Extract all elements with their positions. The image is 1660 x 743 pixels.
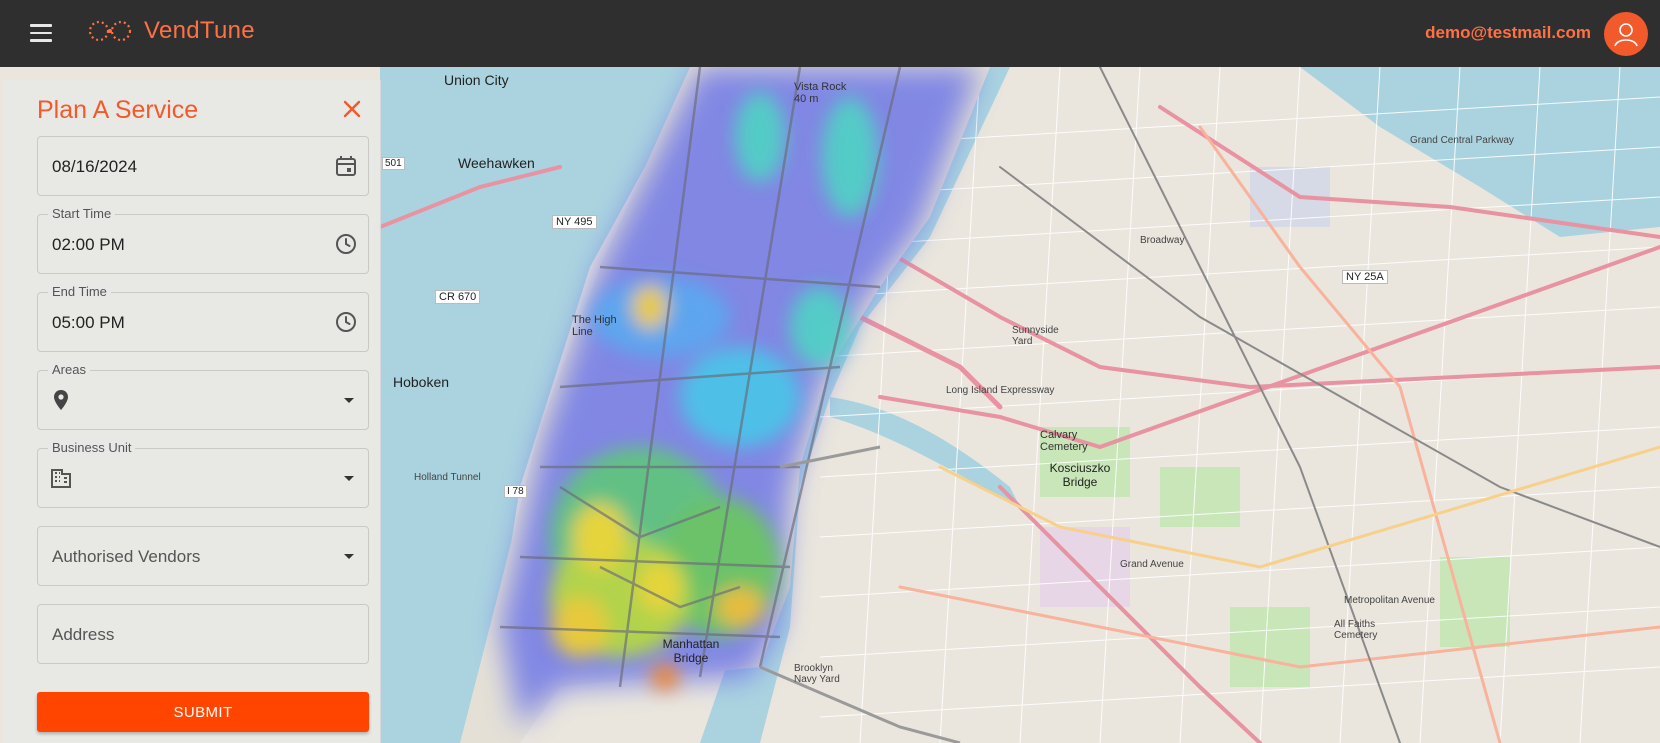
- end-time-label: End Time: [48, 284, 111, 299]
- user-avatar-icon[interactable]: [1604, 12, 1648, 56]
- business-unit-select[interactable]: Business Unit: [37, 440, 369, 508]
- start-time-value: 02:00 PM: [52, 235, 125, 254]
- building-icon: [51, 469, 71, 488]
- authorised-vendors-placeholder: Authorised Vendors: [52, 547, 201, 566]
- end-time-field[interactable]: End Time 05:00 PM: [37, 284, 369, 352]
- clock-icon[interactable]: [334, 310, 358, 334]
- person-icon: [1614, 23, 1638, 47]
- submit-button[interactable]: SUBMIT: [37, 692, 369, 732]
- calendar-icon[interactable]: [334, 154, 358, 178]
- user-email[interactable]: demo@testmail.com: [1425, 23, 1591, 43]
- start-time-field[interactable]: Start Time 02:00 PM: [37, 206, 369, 274]
- location-pin-icon: [54, 390, 68, 410]
- close-icon[interactable]: [339, 96, 365, 122]
- areas-label: Areas: [48, 362, 90, 377]
- chevron-down-icon[interactable]: [344, 476, 354, 481]
- vendtune-logo-icon: [88, 20, 132, 42]
- areas-select[interactable]: Areas: [37, 362, 369, 430]
- address-placeholder: Address: [52, 625, 115, 644]
- plan-service-panel: Plan A Service 08/16/2024 Start Time 02:…: [3, 80, 381, 743]
- business-unit-label: Business Unit: [48, 440, 136, 455]
- chevron-down-icon[interactable]: [344, 554, 354, 559]
- date-value: 08/16/2024: [52, 157, 138, 176]
- clock-icon[interactable]: [334, 232, 358, 256]
- end-time-value: 05:00 PM: [52, 313, 125, 332]
- panel-title: Plan A Service: [37, 96, 199, 124]
- brand-logo[interactable]: VendTune: [86, 16, 255, 46]
- date-field[interactable]: 08/16/2024: [37, 136, 369, 196]
- authorised-vendors-select[interactable]: Authorised Vendors: [37, 526, 369, 586]
- address-input[interactable]: Address: [37, 604, 369, 664]
- start-time-label: Start Time: [48, 206, 116, 221]
- hamburger-menu-icon[interactable]: [30, 24, 52, 42]
- brand-name: VendTune: [144, 17, 255, 44]
- top-app-bar: VendTune demo@testmail.com: [0, 0, 1660, 67]
- chevron-down-icon[interactable]: [344, 398, 354, 403]
